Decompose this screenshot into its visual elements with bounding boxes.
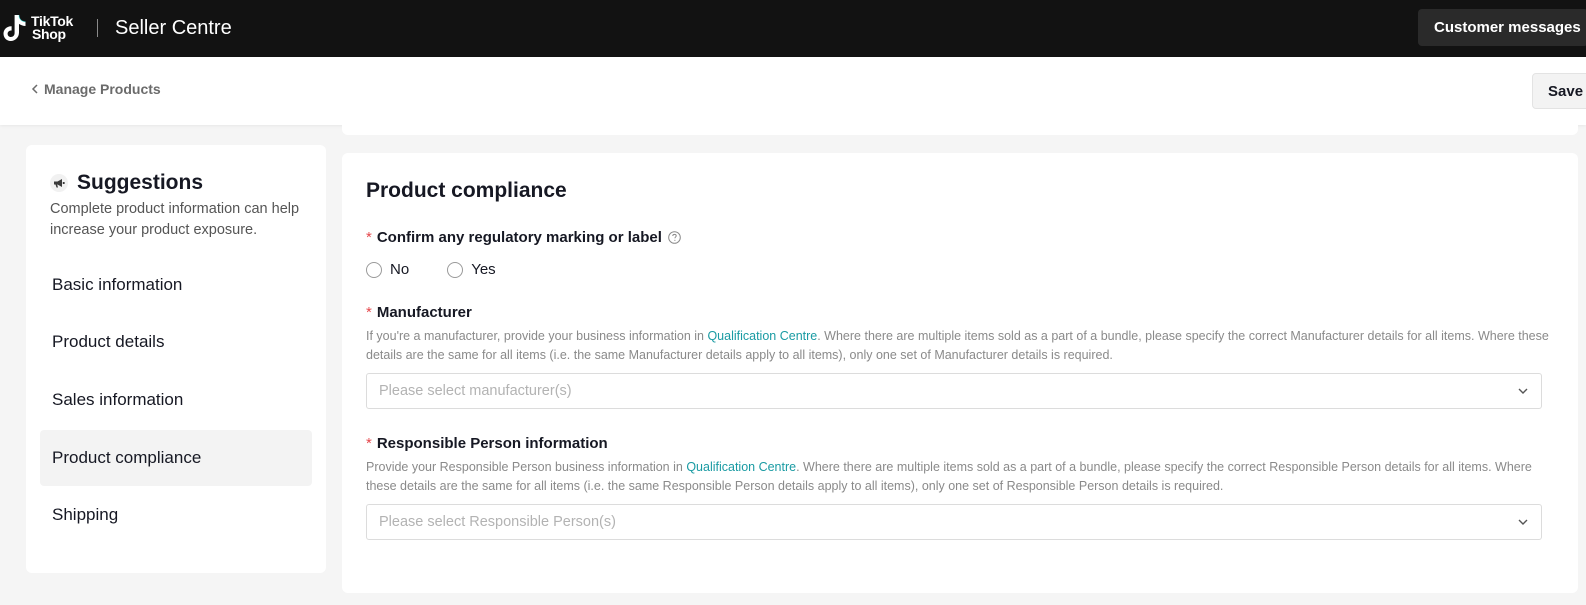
required-asterisk: *	[366, 304, 372, 321]
nav-item-sales-information[interactable]: Sales information	[40, 372, 312, 428]
responsible-person-label-text: Responsible Person information	[376, 435, 608, 452]
manufacturer-helper-text: If you're a manufacturer, provide your b…	[366, 327, 1556, 365]
radio-label: Yes	[471, 261, 496, 278]
radio-label: No	[390, 261, 410, 278]
nav-item-label: Product compliance	[52, 448, 202, 467]
customer-messages-button[interactable]: Customer messages	[1418, 9, 1586, 46]
chevron-down-icon	[1518, 388, 1528, 394]
responsible-person-select-placeholder: Please select Responsible Person(s)	[379, 514, 616, 530]
suggestions-description: Complete product information can help in…	[50, 201, 300, 238]
suggestions-header: Suggestions	[50, 171, 203, 195]
help-circle-icon[interactable]	[668, 231, 681, 244]
back-to-manage-products-link[interactable]: Manage Products	[30, 81, 161, 97]
suggestions-title: Suggestions	[77, 171, 204, 194]
top-bar: TikTok Shop Seller Centre Customer messa…	[0, 0, 1586, 57]
back-link-label: Manage Products	[44, 81, 161, 97]
manufacturer-label: * Manufacturer	[366, 304, 472, 321]
nav-item-label: Sales information	[52, 390, 184, 409]
helper-prefix: If you're a manufacturer, provide your b…	[366, 329, 708, 343]
sub-header: Manage Products Save	[0, 57, 1586, 125]
logo-line-2: Shop	[32, 26, 66, 42]
tiktok-shop-logo[interactable]: TikTok Shop	[2, 12, 86, 44]
manufacturer-label-text: Manufacturer	[376, 304, 472, 321]
radio-circle[interactable]	[366, 261, 382, 278]
topbar-divider	[97, 19, 98, 37]
manufacturer-select[interactable]: Please select manufacturer(s)	[366, 373, 1542, 409]
radio-option-no[interactable]: No	[366, 261, 409, 278]
nav-item-label: Basic information	[52, 275, 183, 294]
nav-item-product-details[interactable]: Product details	[40, 314, 312, 370]
megaphone-icon	[50, 174, 68, 192]
nav-item-label: Shipping	[52, 505, 119, 524]
logo-wordmark: TikTok Shop	[31, 14, 73, 42]
required-asterisk: *	[366, 229, 372, 246]
qualification-centre-link[interactable]: Qualification Centre	[707, 329, 817, 343]
radio-circle[interactable]	[447, 261, 464, 278]
regulatory-marking-label-text: Confirm any regulatory marking or label	[376, 229, 662, 246]
nav-item-basic-information[interactable]: Basic information	[40, 257, 312, 313]
regulatory-marking-radio-group: No Yes	[366, 261, 534, 278]
suggestions-panel: Suggestions Complete product information…	[26, 145, 326, 573]
product-compliance-card: Product compliance * Confirm any regulat…	[342, 153, 1578, 593]
nav-item-label: Product details	[52, 332, 165, 351]
qualification-centre-link[interactable]: Qualification Centre	[686, 460, 796, 474]
helper-prefix: Provide your Responsible Person business…	[366, 460, 687, 474]
chevron-left-icon	[31, 84, 38, 94]
chevron-down-icon	[1518, 519, 1528, 525]
app-title: Seller Centre	[115, 17, 232, 39]
save-button[interactable]: Save	[1532, 73, 1586, 109]
radio-option-yes[interactable]: Yes	[447, 261, 496, 278]
required-asterisk: *	[366, 435, 372, 452]
section-title: Product compliance	[366, 179, 567, 202]
responsible-person-label: * Responsible Person information	[366, 435, 608, 452]
nav-item-product-compliance[interactable]: Product compliance	[40, 430, 312, 486]
regulatory-marking-label: * Confirm any regulatory marking or labe…	[366, 229, 681, 246]
responsible-person-helper-text: Provide your Responsible Person business…	[366, 458, 1556, 496]
tiktok-logo-icon	[3, 14, 26, 41]
previous-section-card	[342, 125, 1578, 135]
responsible-person-select[interactable]: Please select Responsible Person(s)	[366, 504, 1542, 540]
nav-item-shipping[interactable]: Shipping	[40, 487, 312, 543]
manufacturer-select-placeholder: Please select manufacturer(s)	[379, 383, 572, 399]
